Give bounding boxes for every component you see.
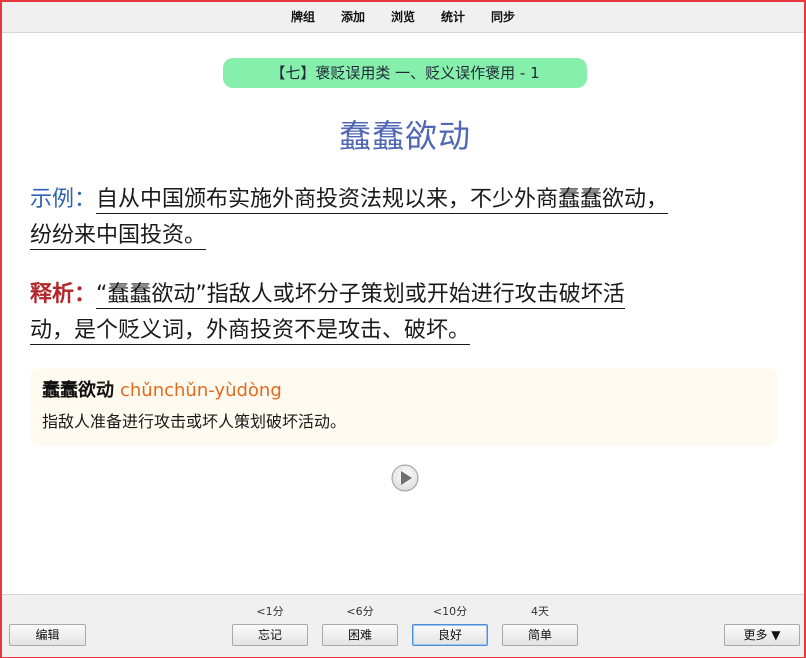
hard-button[interactable]: 困难 bbox=[322, 624, 398, 646]
card-view: 【七】褒贬误用类 一、贬义误作褒用 - 1 蠢蠢欲动 示例：自从中国颁布实施外商… bbox=[2, 33, 804, 593]
again-button[interactable]: 忘记 bbox=[232, 624, 308, 646]
dictionary-definition: 指敌人准备进行攻击或坏人策划破坏活动。 bbox=[42, 412, 347, 431]
interval-good: <10分 bbox=[432, 605, 468, 618]
analysis-label: 释析： bbox=[30, 282, 97, 307]
top-menu-bar: 牌组 添加 浏览 统计 同步 bbox=[2, 2, 804, 33]
dictionary-heading: 蠢蠢欲动 chǔnchǔn-yùdòng bbox=[42, 378, 282, 404]
headword: 蠢蠢欲动 bbox=[338, 117, 471, 155]
easy-button[interactable]: 简单 bbox=[502, 624, 578, 646]
example-text-line2: 纷纷来中国投资。 bbox=[30, 223, 207, 250]
interval-hard: <6分 bbox=[346, 605, 374, 618]
menu-stats[interactable]: 统计 bbox=[428, 2, 478, 32]
example-text-line1: 自从中国颁布实施外商投资法规以来，不少外商蠢蠢欲动， bbox=[96, 187, 669, 214]
dictionary-pinyin: chǔnchǔn-yùdòng bbox=[120, 380, 282, 401]
good-button[interactable]: 良好 bbox=[412, 624, 488, 646]
edit-button[interactable]: 编辑 bbox=[9, 624, 86, 646]
deck-badge: 【七】褒贬误用类 一、贬义误作褒用 - 1 bbox=[223, 58, 587, 88]
bottom-bar: 编辑 <1分 忘记 <6分 困难 <10分 良好 4天 简单 更多 ▼ bbox=[2, 594, 804, 657]
example-paragraph: 示例：自从中国颁布实施外商投资法规以来，不少外商蠢蠢欲动， 纷纷来中国投资。 bbox=[30, 182, 770, 254]
play-audio-button[interactable] bbox=[391, 464, 419, 492]
analysis-text-line2: 动，是个贬义词，外商投资不是攻击、破坏。 bbox=[30, 318, 471, 345]
play-icon bbox=[391, 464, 419, 492]
analysis-text-line1: “蠢蠢欲动”指敌人或坏分子策划或开始进行攻击破坏活 bbox=[96, 282, 625, 309]
dictionary-word: 蠢蠢欲动 bbox=[42, 380, 114, 401]
app-window: 牌组 添加 浏览 统计 同步 【七】褒贬误用类 一、贬义误作褒用 - 1 蠢蠢欲… bbox=[0, 0, 806, 658]
interval-again: <1分 bbox=[256, 605, 284, 618]
menu-sync[interactable]: 同步 bbox=[478, 2, 528, 32]
more-button[interactable]: 更多 ▼ bbox=[724, 624, 800, 646]
menu-browse[interactable]: 浏览 bbox=[378, 2, 428, 32]
analysis-paragraph: 释析：“蠢蠢欲动”指敌人或坏分子策划或开始进行攻击破坏活 动，是个贬义词，外商投… bbox=[30, 277, 770, 349]
menu-add[interactable]: 添加 bbox=[328, 2, 378, 32]
example-label: 示例： bbox=[30, 187, 97, 212]
menu-decks[interactable]: 牌组 bbox=[278, 2, 328, 32]
dictionary-box: 蠢蠢欲动 chǔnchǔn-yùdòng 指敌人准备进行攻击或坏人策划破坏活动。 bbox=[30, 368, 778, 446]
interval-easy: 4天 bbox=[531, 605, 549, 618]
